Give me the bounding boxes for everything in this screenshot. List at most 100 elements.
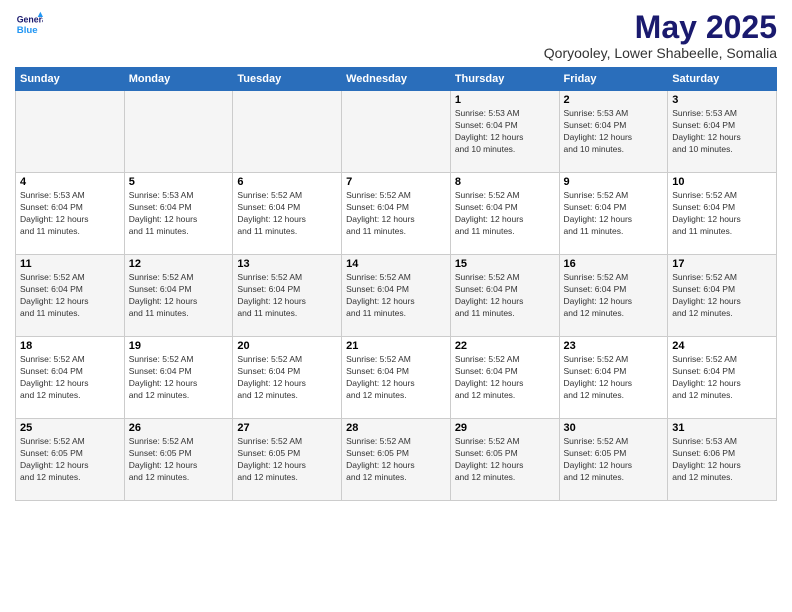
day-number: 22 xyxy=(455,340,555,352)
day-info: Sunrise: 5:52 AMSunset: 6:04 PMDaylight:… xyxy=(237,354,337,402)
day-number: 21 xyxy=(346,340,446,352)
day-info: Sunrise: 5:52 AMSunset: 6:04 PMDaylight:… xyxy=(129,354,229,402)
day-info: Sunrise: 5:52 AMSunset: 6:04 PMDaylight:… xyxy=(20,354,120,402)
day-info: Sunrise: 5:53 AMSunset: 6:04 PMDaylight:… xyxy=(672,108,772,156)
day-info: Sunrise: 5:52 AMSunset: 6:05 PMDaylight:… xyxy=(564,436,664,484)
day-number: 24 xyxy=(672,340,772,352)
logo: General Blue xyxy=(15,10,43,38)
day-info: Sunrise: 5:52 AMSunset: 6:04 PMDaylight:… xyxy=(672,272,772,320)
day-number: 29 xyxy=(455,422,555,434)
calendar-cell: 7 Sunrise: 5:52 AMSunset: 6:04 PMDaylight… xyxy=(342,173,451,255)
day-info: Sunrise: 5:53 AMSunset: 6:06 PMDaylight:… xyxy=(672,436,772,484)
week-row-3: 18Sunrise: 5:52 AMSunset: 6:04 PMDayligh… xyxy=(16,337,777,419)
calendar-cell: 10 Sunrise: 5:52 AMSunset: 6:04 PMDayligh… xyxy=(668,173,777,255)
day-info: Sunrise: 5:53 AMSunset: 6:04 PMDaylight:… xyxy=(564,108,664,156)
calendar-cell: 27 Sunrise: 5:52 AMSunset: 6:05 PMDayligh… xyxy=(233,419,342,501)
calendar-cell xyxy=(342,91,451,173)
logo-icon: General Blue xyxy=(15,10,43,38)
day-number: 13 xyxy=(237,258,337,270)
calendar-cell: 19Sunrise: 5:52 AMSunset: 6:04 PMDayligh… xyxy=(124,337,233,419)
calendar-cell: 2Sunrise: 5:53 AMSunset: 6:04 PMDaylight… xyxy=(559,91,668,173)
week-row-1: 4 Sunrise: 5:53 AMSunset: 6:04 PMDaylight… xyxy=(16,173,777,255)
week-row-2: 11 Sunrise: 5:52 AMSunset: 6:04 PMDayligh… xyxy=(16,255,777,337)
page-header: General Blue May 2025 Qoryooley, Lower S… xyxy=(15,10,777,61)
day-info: Sunrise: 5:52 AMSunset: 6:05 PMDaylight:… xyxy=(237,436,337,484)
day-number: 1 xyxy=(455,94,555,106)
calendar-cell: 25 Sunrise: 5:52 AMSunset: 6:05 PMDayligh… xyxy=(16,419,125,501)
week-row-4: 25 Sunrise: 5:52 AMSunset: 6:05 PMDayligh… xyxy=(16,419,777,501)
calendar-cell: 12 Sunrise: 5:52 AMSunset: 6:04 PMDayligh… xyxy=(124,255,233,337)
col-tuesday: Tuesday xyxy=(233,68,342,91)
header-row: Sunday Monday Tuesday Wednesday Thursday… xyxy=(16,68,777,91)
calendar-cell: 29 Sunrise: 5:52 AMSunset: 6:05 PMDayligh… xyxy=(450,419,559,501)
col-sunday: Sunday xyxy=(16,68,125,91)
calendar-cell: 31 Sunrise: 5:53 AMSunset: 6:06 PMDayligh… xyxy=(668,419,777,501)
day-number: 20 xyxy=(237,340,337,352)
calendar-cell: 4 Sunrise: 5:53 AMSunset: 6:04 PMDaylight… xyxy=(16,173,125,255)
day-number: 31 xyxy=(672,422,772,434)
main-title: May 2025 xyxy=(544,10,777,45)
day-info: Sunrise: 5:52 AMSunset: 6:05 PMDaylight:… xyxy=(346,436,446,484)
calendar-cell: 6Sunrise: 5:52 AMSunset: 6:04 PMDaylight… xyxy=(233,173,342,255)
day-info: Sunrise: 5:53 AMSunset: 6:04 PMDaylight:… xyxy=(129,190,229,238)
title-block: May 2025 Qoryooley, Lower Shabeelle, Som… xyxy=(544,10,777,61)
day-number: 8 xyxy=(455,176,555,188)
day-number: 27 xyxy=(237,422,337,434)
day-number: 10 xyxy=(672,176,772,188)
day-info: Sunrise: 5:52 AMSunset: 6:05 PMDaylight:… xyxy=(455,436,555,484)
day-info: Sunrise: 5:52 AMSunset: 6:05 PMDaylight:… xyxy=(20,436,120,484)
calendar-cell: 18Sunrise: 5:52 AMSunset: 6:04 PMDayligh… xyxy=(16,337,125,419)
day-number: 30 xyxy=(564,422,664,434)
col-wednesday: Wednesday xyxy=(342,68,451,91)
calendar-cell: 21 Sunrise: 5:52 AMSunset: 6:04 PMDayligh… xyxy=(342,337,451,419)
day-number: 26 xyxy=(129,422,229,434)
calendar-page: General Blue May 2025 Qoryooley, Lower S… xyxy=(0,0,792,612)
calendar-cell: 14Sunrise: 5:52 AMSunset: 6:04 PMDayligh… xyxy=(342,255,451,337)
day-number: 28 xyxy=(346,422,446,434)
calendar-cell: 11 Sunrise: 5:52 AMSunset: 6:04 PMDayligh… xyxy=(16,255,125,337)
calendar-cell: 28 Sunrise: 5:52 AMSunset: 6:05 PMDayligh… xyxy=(342,419,451,501)
calendar-cell: 1 Sunrise: 5:53 AMSunset: 6:04 PMDaylight… xyxy=(450,91,559,173)
day-info: Sunrise: 5:52 AMSunset: 6:04 PMDaylight:… xyxy=(564,354,664,402)
calendar-cell xyxy=(233,91,342,173)
day-number: 25 xyxy=(20,422,120,434)
day-info: Sunrise: 5:52 AMSunset: 6:04 PMDaylight:… xyxy=(672,354,772,402)
col-thursday: Thursday xyxy=(450,68,559,91)
day-number: 4 xyxy=(20,176,120,188)
calendar-cell: 24 Sunrise: 5:52 AMSunset: 6:04 PMDayligh… xyxy=(668,337,777,419)
calendar-table: Sunday Monday Tuesday Wednesday Thursday… xyxy=(15,67,777,501)
day-info: Sunrise: 5:52 AMSunset: 6:05 PMDaylight:… xyxy=(129,436,229,484)
calendar-cell xyxy=(16,91,125,173)
calendar-cell: 3 Sunrise: 5:53 AMSunset: 6:04 PMDaylight… xyxy=(668,91,777,173)
day-number: 7 xyxy=(346,176,446,188)
svg-text:Blue: Blue xyxy=(17,25,38,36)
calendar-cell: 15Sunrise: 5:52 AMSunset: 6:04 PMDayligh… xyxy=(450,255,559,337)
day-info: Sunrise: 5:52 AMSunset: 6:04 PMDaylight:… xyxy=(672,190,772,238)
day-info: Sunrise: 5:52 AMSunset: 6:04 PMDaylight:… xyxy=(20,272,120,320)
col-monday: Monday xyxy=(124,68,233,91)
day-number: 5 xyxy=(129,176,229,188)
day-info: Sunrise: 5:52 AMSunset: 6:04 PMDaylight:… xyxy=(346,190,446,238)
day-info: Sunrise: 5:52 AMSunset: 6:04 PMDaylight:… xyxy=(237,190,337,238)
subtitle: Qoryooley, Lower Shabeelle, Somalia xyxy=(544,45,777,61)
calendar-cell: 13Sunrise: 5:52 AMSunset: 6:04 PMDayligh… xyxy=(233,255,342,337)
day-info: Sunrise: 5:52 AMSunset: 6:04 PMDaylight:… xyxy=(455,354,555,402)
day-info: Sunrise: 5:53 AMSunset: 6:04 PMDaylight:… xyxy=(455,108,555,156)
calendar-cell: 20 Sunrise: 5:52 AMSunset: 6:04 PMDayligh… xyxy=(233,337,342,419)
day-number: 16 xyxy=(564,258,664,270)
day-number: 11 xyxy=(20,258,120,270)
day-info: Sunrise: 5:52 AMSunset: 6:04 PMDaylight:… xyxy=(564,190,664,238)
day-number: 12 xyxy=(129,258,229,270)
day-number: 9 xyxy=(564,176,664,188)
day-number: 17 xyxy=(672,258,772,270)
day-number: 3 xyxy=(672,94,772,106)
day-info: Sunrise: 5:53 AMSunset: 6:04 PMDaylight:… xyxy=(20,190,120,238)
day-info: Sunrise: 5:52 AMSunset: 6:04 PMDaylight:… xyxy=(564,272,664,320)
day-number: 23 xyxy=(564,340,664,352)
calendar-cell: 9 Sunrise: 5:52 AMSunset: 6:04 PMDaylight… xyxy=(559,173,668,255)
day-info: Sunrise: 5:52 AMSunset: 6:04 PMDaylight:… xyxy=(346,354,446,402)
day-info: Sunrise: 5:52 AMSunset: 6:04 PMDaylight:… xyxy=(455,272,555,320)
calendar-cell: 23 Sunrise: 5:52 AMSunset: 6:04 PMDayligh… xyxy=(559,337,668,419)
calendar-cell: 16 Sunrise: 5:52 AMSunset: 6:04 PMDayligh… xyxy=(559,255,668,337)
day-info: Sunrise: 5:52 AMSunset: 6:04 PMDaylight:… xyxy=(129,272,229,320)
